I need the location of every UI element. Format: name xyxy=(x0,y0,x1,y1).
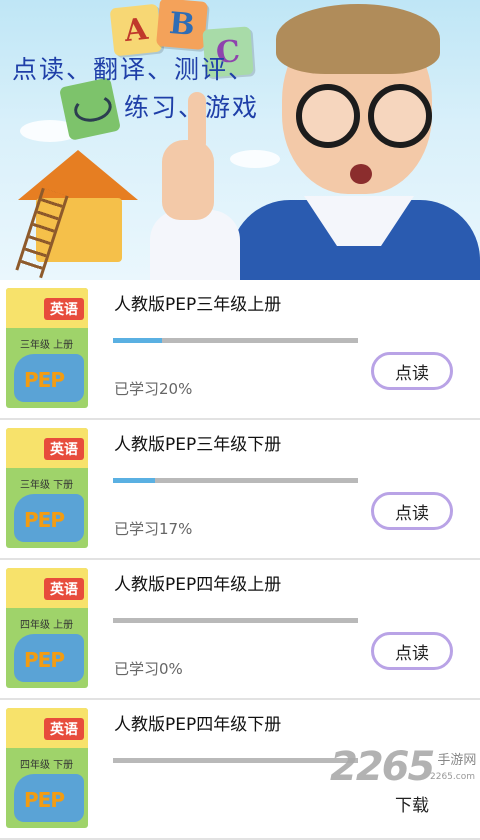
read-button[interactable]: 点读 xyxy=(371,632,453,670)
letter-block-a: A xyxy=(109,3,163,57)
cover-logo: 英语 xyxy=(44,438,84,460)
boy-arm xyxy=(150,210,240,280)
glasses-left-icon xyxy=(296,84,360,148)
cover-logo: 英语 xyxy=(44,718,84,740)
cover-grade: 三年级 下册 xyxy=(20,480,74,491)
watermark-number: 2265 xyxy=(330,744,435,790)
cover-grade: 四年级 上册 xyxy=(20,620,74,631)
cover-logo: 英语 xyxy=(44,298,84,320)
cover-pep: PEP xyxy=(24,508,65,532)
progress-bar xyxy=(113,758,358,763)
progress-bar xyxy=(113,478,358,483)
book-cover-image[interactable]: 英语 四年级 上册 PEP xyxy=(6,568,88,688)
watermark-suffix: 手游网 xyxy=(437,753,477,768)
textbook-item[interactable]: 英语 四年级 上册 PEP 人教版PEP四年级上册 已学习0% 点读 xyxy=(0,560,480,700)
book-cover-image[interactable]: 英语 四年级 下册 PEP xyxy=(6,708,88,828)
study-status: 已学习17% xyxy=(114,520,193,538)
study-status: 已学习20% xyxy=(114,380,193,398)
cover-pep: PEP xyxy=(24,788,65,812)
book-cover-image[interactable]: 英语 三年级 上册 PEP xyxy=(6,288,88,408)
watermark: 2265 手游网 2265.com xyxy=(330,744,477,790)
pointing-finger xyxy=(188,92,206,152)
progress-fill xyxy=(113,338,162,343)
progress-bar xyxy=(113,338,358,343)
banner-slogan-line1: 点读、翻译、测评、 xyxy=(12,55,256,84)
watermark-url: 2265.com xyxy=(430,772,475,782)
house-roof-icon xyxy=(18,150,138,200)
boy-hair xyxy=(276,4,440,74)
book-title: 人教版PEP三年级下册 xyxy=(114,435,282,455)
cover-pep: PEP xyxy=(24,648,65,672)
cover-grade: 三年级 上册 xyxy=(20,340,74,351)
study-status: 已学习0% xyxy=(114,660,183,678)
read-button[interactable]: 点读 xyxy=(371,352,453,390)
letter-block-b: B xyxy=(155,0,209,51)
boy-hand xyxy=(162,140,214,220)
glasses-right-icon xyxy=(368,84,432,148)
textbook-item[interactable]: 英语 三年级 下册 PEP 人教版PEP三年级下册 已学习17% 点读 xyxy=(0,420,480,560)
cloud-decoration xyxy=(230,150,280,168)
book-title: 人教版PEP四年级下册 xyxy=(114,715,282,735)
cover-pep: PEP xyxy=(24,368,65,392)
banner-image: A B C 点读、翻译、测评、 练习、游戏 xyxy=(0,0,480,280)
progress-bar xyxy=(113,618,358,623)
cover-grade: 四年级 下册 xyxy=(20,760,74,771)
book-cover-image[interactable]: 英语 三年级 下册 PEP xyxy=(6,428,88,548)
read-button[interactable]: 点读 xyxy=(371,492,453,530)
book-title: 人教版PEP四年级上册 xyxy=(114,575,282,595)
book-title: 人教版PEP三年级上册 xyxy=(114,295,282,315)
progress-fill xyxy=(113,478,155,483)
boy-mouth xyxy=(350,164,372,184)
cover-logo: 英语 xyxy=(44,578,84,600)
book-mascot-icon xyxy=(58,77,122,141)
textbook-item[interactable]: 英语 三年级 上册 PEP 人教版PEP三年级上册 已学习20% 点读 xyxy=(0,280,480,420)
